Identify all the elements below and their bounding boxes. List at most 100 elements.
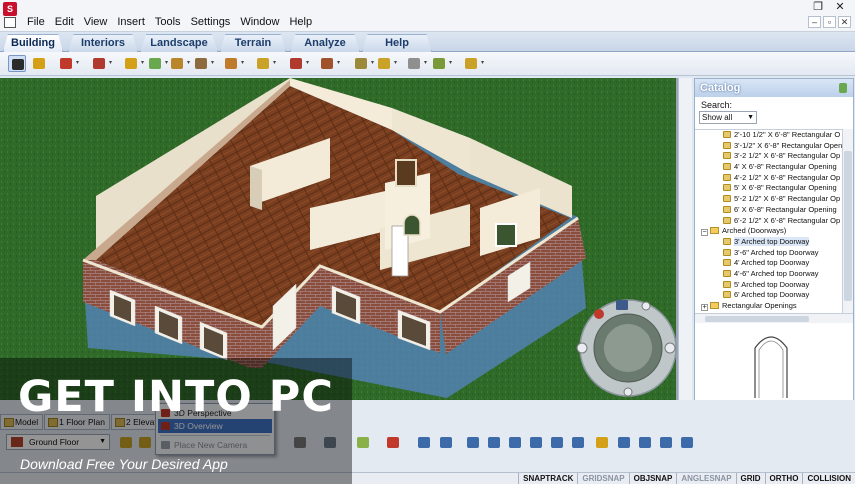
catalog-horizontal-scrollbar[interactable] bbox=[695, 313, 853, 323]
catalog-filter-dropdown[interactable]: Show all ▼ bbox=[699, 111, 757, 124]
door-opening-icon bbox=[723, 291, 731, 299]
close-window-button[interactable]: ✕ bbox=[829, 0, 851, 14]
catalog-item[interactable]: 6' Arched top Doorway bbox=[695, 290, 842, 301]
cabinet-icon[interactable] bbox=[318, 55, 336, 72]
zoom-extents-icon[interactable] bbox=[528, 435, 544, 450]
catalog-item[interactable]: 6' X 6'-8" Rectangular Opening bbox=[695, 205, 842, 216]
dropdown-arrow-icon[interactable]: ▾ bbox=[337, 60, 342, 66]
catalog-item[interactable]: 5' Arched top Doorway bbox=[695, 280, 842, 291]
minimize-document-button[interactable]: – bbox=[808, 16, 821, 28]
stop-icon bbox=[594, 309, 604, 319]
expand-toggle-icon[interactable]: − bbox=[701, 229, 708, 237]
catalog-folder[interactable]: + Rectangular Openings bbox=[695, 301, 842, 312]
pan-hand-icon[interactable] bbox=[594, 435, 610, 450]
walk-icon[interactable] bbox=[616, 435, 632, 450]
catalog-folder[interactable]: − Arched (Doorways) bbox=[695, 226, 842, 237]
catalog-item[interactable]: 4'-2 1/2" X 6'-8" Rectangular Op bbox=[695, 173, 842, 184]
railing-icon[interactable] bbox=[352, 55, 370, 72]
navigation-widget[interactable] bbox=[572, 296, 684, 398]
fit-view-icon[interactable] bbox=[438, 435, 454, 450]
catalog-item[interactable]: 5' X 6'-8" Rectangular Opening bbox=[695, 183, 842, 194]
stairs-icon[interactable] bbox=[192, 55, 210, 72]
menu-help[interactable]: Help bbox=[284, 16, 317, 29]
roof-icon[interactable] bbox=[90, 55, 108, 72]
status-toggle-objsnap[interactable]: OBJSNAP bbox=[628, 473, 677, 484]
dropdown-arrow-icon[interactable]: ▾ bbox=[76, 60, 81, 66]
app-icon[interactable]: S bbox=[3, 2, 17, 16]
catalog-item[interactable]: 4' X 6'-8" Rectangular Opening bbox=[695, 162, 842, 173]
status-toggle-snaptrack[interactable]: SNAPTRACK bbox=[518, 473, 577, 484]
paint-icon[interactable] bbox=[30, 55, 48, 72]
tab-interiors[interactable]: Interiors bbox=[68, 34, 138, 52]
tab-analyze[interactable]: Analyze bbox=[290, 34, 360, 52]
menu-settings[interactable]: Settings bbox=[186, 16, 236, 29]
status-toggle-collision[interactable]: COLLISION bbox=[802, 473, 855, 484]
zoom-previous-icon[interactable] bbox=[549, 435, 565, 450]
menu-insert[interactable]: Insert bbox=[112, 16, 150, 29]
dropdown-arrow-icon[interactable]: ▾ bbox=[394, 60, 399, 66]
catalog-item[interactable]: 3'-1/2" X 6'-8" Rectangular Open bbox=[695, 141, 842, 152]
dropdown-arrow-icon[interactable]: ▾ bbox=[424, 60, 429, 66]
dropdown-arrow-icon[interactable]: ▾ bbox=[109, 60, 114, 66]
house-icon[interactable] bbox=[57, 55, 75, 72]
dropdown-arrow-icon[interactable]: ▾ bbox=[211, 60, 216, 66]
window-icon[interactable] bbox=[146, 55, 164, 72]
catalog-item[interactable]: 5'-2 1/2" X 6'-8" Rectangular Op bbox=[695, 194, 842, 205]
beam-icon[interactable] bbox=[375, 55, 393, 72]
status-toggle-gridsnap[interactable]: GRIDSNAP bbox=[577, 473, 628, 484]
catalog-item[interactable]: 3'-2 1/2" X 6'-8" Rectangular Op bbox=[695, 151, 842, 162]
zoom-in-icon[interactable] bbox=[465, 435, 481, 450]
expand-toggle-icon[interactable]: + bbox=[701, 304, 708, 311]
catalog-item[interactable]: 3'-6" Arched top Doorway bbox=[695, 248, 842, 259]
menu-edit[interactable]: Edit bbox=[50, 16, 79, 29]
menu-file[interactable]: File bbox=[22, 16, 50, 29]
menu-view[interactable]: View bbox=[79, 16, 113, 29]
look-icon[interactable] bbox=[679, 435, 695, 450]
dropdown-arrow-icon[interactable]: ▾ bbox=[306, 60, 311, 66]
catalog-item[interactable]: 4' Arched top Doorway bbox=[695, 258, 842, 269]
door-icon[interactable] bbox=[168, 55, 186, 72]
dimension-icon[interactable] bbox=[430, 55, 448, 72]
catalog-tree[interactable]: 2'-10 1/2" X 6'-8" Rectangular O 3'-1/2" … bbox=[695, 129, 842, 313]
scroll-thumb[interactable] bbox=[844, 151, 852, 301]
catalog-item[interactable]: 6'-2 1/2" X 6'-8" Rectangular Op bbox=[695, 216, 842, 227]
zoom-window-icon[interactable] bbox=[507, 435, 523, 450]
menu-window[interactable]: Window bbox=[235, 16, 284, 29]
catalog-vertical-scrollbar[interactable] bbox=[842, 129, 853, 313]
ruler-icon[interactable] bbox=[355, 435, 371, 450]
wall-icon[interactable] bbox=[122, 55, 140, 72]
document-icon[interactable] bbox=[4, 17, 16, 28]
status-toggle-ortho[interactable]: ORTHO bbox=[764, 473, 803, 484]
dropdown-arrow-icon[interactable]: ▾ bbox=[481, 60, 486, 66]
symbol-icon[interactable] bbox=[462, 55, 480, 72]
menu-tools[interactable]: Tools bbox=[150, 16, 186, 29]
dropdown-arrow-icon[interactable]: ▾ bbox=[273, 60, 278, 66]
catalog-item[interactable]: 2'-10 1/2" X 6'-8" Rectangular O bbox=[695, 130, 842, 141]
column-icon[interactable] bbox=[254, 55, 272, 72]
deck-icon[interactable] bbox=[222, 55, 240, 72]
status-toggle-anglesnap[interactable]: ANGLESNAP bbox=[676, 473, 735, 484]
fill-icon[interactable] bbox=[287, 55, 305, 72]
monitor-icon[interactable] bbox=[416, 435, 432, 450]
catalog-item[interactable]: 4'-6" Arched top Doorway bbox=[695, 269, 842, 280]
fence-icon[interactable] bbox=[405, 55, 423, 72]
dropdown-arrow-icon[interactable]: ▾ bbox=[449, 60, 454, 66]
tab-landscape[interactable]: Landscape bbox=[140, 34, 218, 52]
pointer-icon[interactable] bbox=[8, 55, 26, 72]
orbit-icon[interactable] bbox=[637, 435, 653, 450]
restore-window-button[interactable]: ❐ bbox=[807, 0, 829, 14]
pin-icon[interactable] bbox=[839, 83, 847, 93]
restore-document-button[interactable]: ▫ bbox=[823, 16, 836, 28]
catalog-item[interactable]: 3' Arched top Doorway bbox=[695, 236, 842, 248]
tab-building[interactable]: Building bbox=[3, 34, 63, 52]
zoom-out-icon[interactable] bbox=[486, 435, 502, 450]
close-document-button[interactable]: ✕ bbox=[838, 16, 851, 28]
fly-icon[interactable] bbox=[658, 435, 674, 450]
zoom-selection-icon[interactable] bbox=[570, 435, 586, 450]
dropdown-arrow-icon[interactable]: ▾ bbox=[241, 60, 246, 66]
tab-help[interactable]: Help bbox=[362, 34, 432, 52]
scroll-thumb[interactable] bbox=[705, 316, 809, 322]
layer-icon[interactable] bbox=[385, 435, 401, 450]
status-toggle-grid[interactable]: GRID bbox=[735, 473, 765, 484]
tab-terrain[interactable]: Terrain bbox=[220, 34, 286, 52]
